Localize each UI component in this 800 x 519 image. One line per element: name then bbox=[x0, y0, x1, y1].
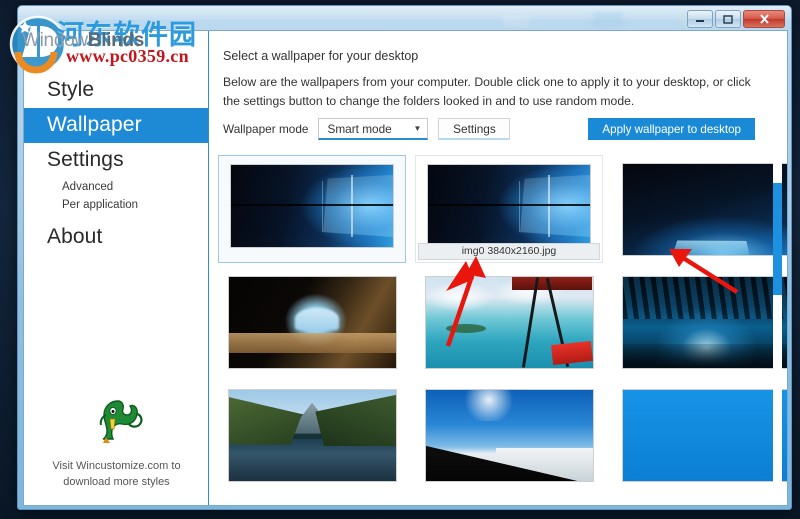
wallpaper-filename-tooltip: img0 3840x2160.jpg bbox=[418, 243, 600, 260]
wallpaper-thumbnail[interactable] bbox=[415, 381, 603, 489]
sidebar-item-wallpaper[interactable]: Wallpaper bbox=[24, 108, 208, 144]
wallpaper-preview bbox=[621, 163, 787, 256]
sidebar-item-label: Wallpaper bbox=[47, 113, 142, 137]
wallpaper-art-lagoon bbox=[425, 277, 593, 368]
sidebar-item-label: About bbox=[47, 225, 103, 249]
content-pane: Select a wallpaper for your desktop Belo… bbox=[210, 31, 787, 505]
apply-wallpaper-button[interactable]: Apply wallpaper to desktop bbox=[588, 118, 755, 140]
wallpaper-mode-label: Wallpaper mode bbox=[223, 122, 309, 136]
close-icon bbox=[759, 14, 769, 24]
wallpaper-toolbar: Wallpaper mode Smart mode ▼ Settings bbox=[223, 118, 511, 140]
windowblinds-logo: WindowBlinds bbox=[22, 30, 192, 64]
wallpaper-thumbnail[interactable]: img0 3840x2160.jpg bbox=[415, 155, 603, 263]
desktop-glass-reflection bbox=[503, 14, 529, 27]
sidebar-item-about[interactable]: About bbox=[24, 220, 208, 255]
promo-line-2: download more styles bbox=[63, 476, 170, 489]
wallpaper-art-summit bbox=[425, 390, 593, 481]
close-button[interactable] bbox=[743, 10, 785, 28]
wallpaper-thumbnail[interactable] bbox=[612, 268, 787, 376]
sidebar-item-label: Per application bbox=[62, 199, 139, 212]
sidebar-item-label: Advanced bbox=[62, 181, 114, 194]
wallpaper-scrollbar-thumb[interactable] bbox=[773, 183, 782, 295]
wallpaper-grid: img0 3840x2160.jpg bbox=[214, 155, 787, 505]
desktop-glass-reflection bbox=[593, 12, 623, 27]
sidebar-item-settings[interactable]: Settings bbox=[24, 143, 208, 178]
wallpaper-art-fjord bbox=[228, 390, 396, 481]
wallpaper-thumbnail[interactable] bbox=[415, 268, 603, 376]
brand-name-bold: Blinds bbox=[87, 30, 145, 51]
brand-name-light: Window bbox=[22, 30, 88, 51]
wallpaper-preview bbox=[227, 389, 397, 482]
wincustomize-promo[interactable]: Visit Wincustomize.com to download more … bbox=[24, 395, 209, 491]
wallpaper-thumbnail[interactable] bbox=[218, 381, 406, 489]
application-window: Style Wallpaper Settings Advanced Per ap… bbox=[17, 5, 792, 510]
wallpaper-preview bbox=[424, 389, 594, 482]
wallpaper-art-windows10-alt bbox=[622, 164, 787, 255]
wallpaper-preview bbox=[621, 389, 787, 482]
page-title: Select a wallpaper for your desktop bbox=[223, 49, 419, 63]
chevron-down-icon: ▼ bbox=[413, 124, 422, 133]
minimize-button[interactable] bbox=[687, 10, 713, 28]
wallpaper-thumbnail[interactable] bbox=[218, 155, 406, 263]
wallpaper-preview bbox=[227, 276, 397, 369]
wallpaper-art-windows10 bbox=[231, 165, 393, 247]
settings-button[interactable]: Settings bbox=[438, 118, 511, 140]
lizard-mascot-icon bbox=[99, 400, 143, 444]
sidebar-item-advanced[interactable]: Advanced bbox=[24, 178, 208, 196]
window-controls bbox=[687, 10, 785, 28]
sidebar-item-per-application[interactable]: Per application bbox=[24, 196, 208, 214]
sidebar-item-label: Settings bbox=[47, 148, 124, 172]
apply-wallpaper-label: Apply wallpaper to desktop bbox=[602, 122, 741, 136]
sidebar-item-style[interactable]: Style bbox=[24, 73, 208, 108]
sidebar: Style Wallpaper Settings Advanced Per ap… bbox=[24, 31, 209, 505]
wallpaper-art-solid-blue bbox=[622, 390, 787, 481]
wallpaper-preview bbox=[621, 276, 787, 369]
wallpaper-thumbnail[interactable] bbox=[612, 155, 787, 263]
page-description: Below are the wallpapers from your compu… bbox=[223, 75, 751, 108]
wallpaper-mode-value: Smart mode bbox=[327, 121, 392, 136]
wallpaper-art-windows10 bbox=[428, 165, 590, 247]
wallpaper-preview bbox=[230, 164, 394, 248]
maximize-button[interactable] bbox=[715, 10, 741, 28]
client-area: Style Wallpaper Settings Advanced Per ap… bbox=[23, 30, 788, 506]
wallpaper-art-cave bbox=[228, 277, 396, 368]
wallpaper-art-ice-cave bbox=[622, 277, 787, 368]
windowblinds-logo-text: WindowBlinds bbox=[22, 30, 144, 51]
wallpaper-preview bbox=[427, 164, 591, 248]
minimize-icon bbox=[696, 20, 704, 22]
maximize-icon bbox=[723, 14, 733, 24]
sidebar-item-label: Style bbox=[47, 78, 95, 101]
wallpaper-thumbnail[interactable] bbox=[612, 381, 787, 489]
wallpaper-mode-select[interactable]: Smart mode ▼ bbox=[318, 118, 429, 140]
settings-button-label: Settings bbox=[453, 121, 496, 136]
wallpaper-preview bbox=[424, 276, 594, 369]
wallpaper-thumbnail[interactable] bbox=[218, 268, 406, 376]
promo-text: Visit Wincustomize.com to download more … bbox=[24, 459, 209, 491]
promo-line-1: Visit Wincustomize.com to bbox=[52, 460, 181, 473]
